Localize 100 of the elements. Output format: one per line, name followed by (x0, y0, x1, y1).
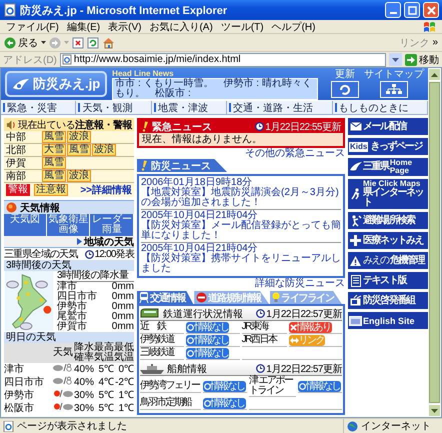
minimize-button[interactable] (385, 2, 401, 18)
sidebar-link[interactable]: 医療ネットみえ (348, 232, 428, 249)
bird-logo-icon (350, 162, 362, 172)
table-cell: 0℃ (114, 363, 134, 376)
nav-link[interactable]: 緊急・災害 (1, 101, 76, 114)
sitemap-icon (386, 84, 402, 96)
menu-item[interactable]: 表示(V) (108, 20, 142, 34)
updated-time: 1月22日22:57更新 (266, 362, 342, 375)
clock-icon (256, 364, 266, 373)
window-title: 防災みえ.jp - Microsoft Internet Explorer (20, 4, 228, 18)
exclamation-icon (140, 160, 148, 171)
legend-tag: 注意報 (34, 184, 68, 196)
maximize-icon (408, 6, 416, 14)
go-button[interactable]: 移動 (405, 52, 439, 66)
warning-tag: 波浪 (92, 144, 116, 156)
sidebar-link[interactable]: English Site (348, 312, 428, 329)
sidebar-link[interactable]: みえの危機管理 (348, 252, 428, 269)
refresh-button[interactable] (331, 81, 359, 98)
region-name: 北部 (6, 144, 27, 157)
site-logo[interactable]: 防災みえ.jp (5, 71, 108, 97)
sidebar-link[interactable]: 避難場所検索 (348, 212, 428, 229)
chevron[interactable]: » (432, 37, 438, 48)
sidebar-link[interactable]: メール配信 (348, 118, 428, 135)
maximize-button[interactable] (404, 2, 420, 18)
circle-icon (187, 336, 194, 344)
more-link[interactable]: 詳細な防災ニュース (255, 278, 345, 289)
status-button[interactable]: 情報なし (298, 380, 341, 392)
status-button[interactable]: 情報なし (186, 322, 230, 332)
line-name: JR西日本 (242, 335, 276, 345)
nav-link[interactable]: 地震・津波 (152, 101, 228, 114)
city-name: 津市 (57, 282, 77, 292)
ship-icon (140, 364, 164, 374)
menu-item[interactable]: 編集(E) (66, 20, 100, 34)
up-arrow-icon (431, 72, 438, 76)
menu-item[interactable]: ツール(T) (220, 20, 264, 34)
sidebar-link[interactable]: テキスト版 (348, 272, 428, 289)
news-message: 現在、情報はありません。 (139, 133, 343, 146)
line-name: 津 エアポートライン (248, 376, 294, 396)
sitemap-button[interactable] (380, 81, 408, 98)
refresh-icon[interactable] (87, 36, 99, 48)
speaker-icon (6, 120, 16, 130)
minimize-icon (390, 12, 396, 14)
panel-title: 現在出ている注意報・警報 (18, 118, 132, 130)
address-field[interactable]: http://www.bosaimie.jp/mie/index.html (60, 52, 386, 66)
document-icon (350, 274, 360, 286)
flag-icon (423, 20, 436, 32)
page-icon (3, 420, 14, 432)
table-cell: 30% (74, 389, 94, 402)
warning-tag: 波浪 (67, 170, 91, 182)
status-button[interactable]: 情報なし (202, 380, 246, 392)
home-icon[interactable] (102, 36, 115, 48)
warning-tag: 風雪 (42, 157, 66, 169)
table-cell: 40% (74, 363, 94, 376)
close-button[interactable] (423, 2, 439, 18)
sun-icon (6, 202, 17, 213)
warning-tag: 風雪 (42, 131, 66, 143)
caret-icon (392, 58, 399, 62)
menu-item[interactable]: ヘルプ(H) (272, 20, 316, 34)
sidebar-link[interactable]: Kids きっずページ (348, 138, 428, 155)
more-link[interactable]: その他の緊急ニュース (245, 148, 345, 159)
scroll-up-button[interactable] (428, 68, 441, 81)
clock-icon (84, 250, 94, 258)
headline-title: Head Line News (112, 68, 175, 78)
envelope-icon (350, 122, 362, 131)
warning-tag: 風雪 (42, 170, 66, 182)
dropdown-button[interactable] (389, 53, 402, 66)
page-icon (62, 54, 72, 65)
back-button[interactable]: 戻る (4, 36, 38, 50)
triangle-icon (77, 238, 82, 245)
status-button[interactable]: 情報なし (186, 334, 230, 346)
caret-icon[interactable] (41, 40, 46, 44)
detail-link[interactable]: >>詳細情報 (80, 183, 132, 197)
tab[interactable]: 交通情報 (137, 291, 194, 304)
cross-mark-icon (290, 324, 297, 330)
status-button[interactable]: 情報なし (202, 398, 246, 408)
scroll-down-button[interactable] (428, 404, 441, 417)
nav-link[interactable]: 交通・道路・生活 (227, 101, 333, 114)
nav-link[interactable]: 天気・観測 (76, 101, 152, 114)
line-name: 近 鉄 (140, 322, 166, 332)
menu-item[interactable]: ファイル(F) (6, 20, 59, 34)
menu-item[interactable]: お気に入り(A) (149, 20, 213, 34)
scrollbar-thumb[interactable] (429, 82, 440, 403)
news-link[interactable]: 【防災対策室】メール配信登録がとっても簡単になりました！ (141, 221, 341, 241)
rain-value: 0mm (112, 282, 134, 292)
sidebar-link[interactable]: Mie Click Maps 県インターネット (348, 179, 428, 209)
cloud-snow-icon (52, 363, 73, 372)
stop-icon[interactable] (72, 36, 84, 48)
status-button[interactable]: 情報あり (288, 322, 332, 332)
news-link[interactable]: 【防災対策室】携帯サイトをリニューアルしました (141, 254, 341, 274)
double-arrow-icon (290, 336, 299, 344)
sitemap-label: サイトマップ (364, 70, 424, 80)
sidebar-link[interactable]: 防災啓発番組 (348, 292, 428, 309)
column-header: 降水確率 (74, 343, 94, 363)
news-link[interactable]: 【地震対策室】地震防災講演会(2月～3月分)の会場が追加されました！ (141, 188, 341, 208)
no-entry-icon (196, 292, 208, 303)
runner-icon (350, 188, 360, 200)
television-icon (350, 295, 362, 306)
back-arrow-icon (4, 36, 16, 48)
status-button[interactable]: 情報なし (186, 348, 230, 358)
city-name: 尾鷲市 (57, 312, 87, 322)
